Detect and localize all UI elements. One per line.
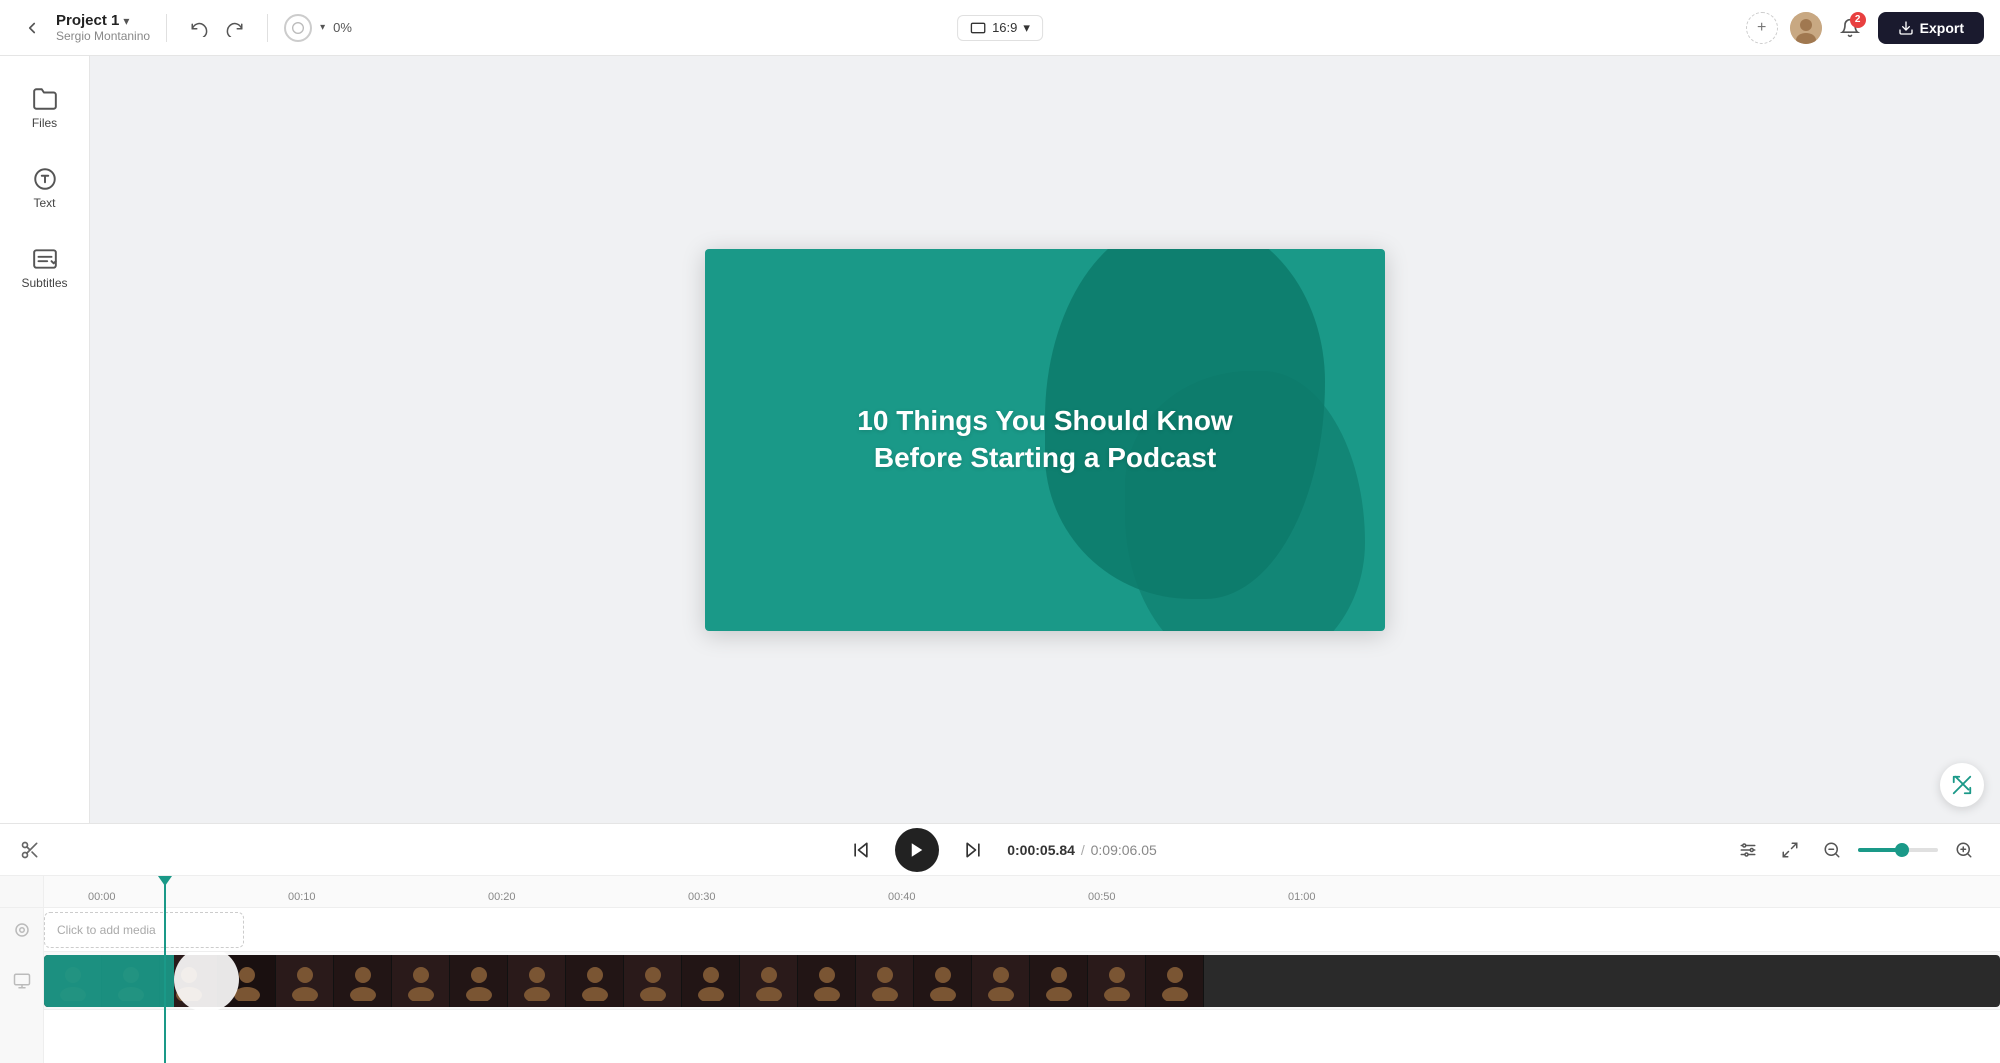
video-track-row bbox=[44, 952, 2000, 1010]
sidebar-item-subtitles[interactable]: Subtitles bbox=[9, 232, 81, 304]
aspect-ratio-chevron: ▾ bbox=[1023, 20, 1030, 36]
canvas-title-text: 10 Things You Should Know Before Startin… bbox=[835, 402, 1255, 478]
ruler-mark-1: 00:10 bbox=[288, 891, 316, 903]
undo-button[interactable] bbox=[183, 12, 215, 44]
add-media-track-content: Click to add media bbox=[44, 908, 2000, 952]
zoom-slider[interactable] bbox=[1858, 848, 1938, 852]
timeline-right-controls bbox=[1732, 834, 1980, 866]
add-media-label: Click to add media bbox=[57, 923, 156, 937]
rewind-button[interactable] bbox=[843, 832, 879, 868]
film-frame-8 bbox=[450, 955, 508, 1007]
video-track-content bbox=[44, 952, 2000, 1010]
video-filmstrip[interactable] bbox=[44, 955, 2000, 1007]
left-sidebar: Files Text Subtitles bbox=[0, 56, 90, 823]
timeline-area: 0:00:05.84 / 0:09:06.05 bbox=[0, 823, 2000, 1063]
add-user-button[interactable]: + bbox=[1746, 12, 1778, 44]
film-frame-5 bbox=[276, 955, 334, 1007]
main-area: Files Text Subtitles 10 Things Y bbox=[0, 56, 2000, 823]
time-display: 0:00:05.84 / 0:09:06.05 bbox=[1007, 842, 1157, 858]
film-frame-6 bbox=[334, 955, 392, 1007]
topbar: Project 1 ▾ Sergio Montanino ▾ bbox=[0, 0, 2000, 56]
timeline-scroll-area: 00:00 00:10 00:20 00:30 00:40 00:50 01:0… bbox=[44, 876, 2000, 1063]
playback-controls: 0:00:05.84 / 0:09:06.05 bbox=[0, 824, 2000, 876]
redo-button[interactable] bbox=[219, 12, 251, 44]
project-title-row[interactable]: Project 1 ▾ bbox=[56, 12, 150, 29]
white-circle-overlay bbox=[174, 955, 239, 1007]
time-separator: / bbox=[1081, 842, 1085, 858]
film-frame-17 bbox=[972, 955, 1030, 1007]
add-icon: + bbox=[1757, 19, 1766, 37]
film-frame-9 bbox=[508, 955, 566, 1007]
film-frame-15 bbox=[856, 955, 914, 1007]
project-info: Project 1 ▾ Sergio Montanino bbox=[56, 12, 150, 43]
canvas-preview: 10 Things You Should Know Before Startin… bbox=[705, 249, 1385, 631]
total-time: 0:09:06.05 bbox=[1091, 842, 1157, 858]
ruler-mark-6: 01:00 bbox=[1288, 891, 1316, 903]
timeline-settings-button[interactable] bbox=[1732, 834, 1764, 866]
canvas-area: 10 Things You Should Know Before Startin… bbox=[90, 56, 2000, 823]
notification-button[interactable]: 2 bbox=[1834, 12, 1866, 44]
zoom-slider-track[interactable] bbox=[1858, 848, 1938, 852]
timeline-ruler: 00:00 00:10 00:20 00:30 00:40 00:50 01:0… bbox=[44, 876, 2000, 908]
project-chevron-icon[interactable]: ▾ bbox=[123, 14, 129, 28]
add-media-track-row: Click to add media bbox=[44, 908, 2000, 952]
export-button[interactable]: Export bbox=[1878, 12, 1984, 44]
topbar-center: 16:9 ▾ bbox=[957, 15, 1043, 41]
film-frame-16 bbox=[914, 955, 972, 1007]
topbar-right: + 2 Export bbox=[1746, 12, 1984, 44]
topbar-divider bbox=[166, 14, 167, 42]
film-frame-14 bbox=[798, 955, 856, 1007]
record-button[interactable] bbox=[284, 14, 312, 42]
avatar[interactable] bbox=[1790, 12, 1822, 44]
film-frame-12 bbox=[682, 955, 740, 1007]
sidebar-subtitles-label: Subtitles bbox=[21, 276, 67, 290]
track-icons-column bbox=[0, 876, 44, 1063]
zoom-slider-thumb[interactable] bbox=[1895, 843, 1909, 857]
teal-clip-overlay bbox=[44, 955, 174, 1007]
film-frame-13 bbox=[740, 955, 798, 1007]
back-button[interactable] bbox=[16, 12, 48, 44]
project-subtitle: Sergio Montanino bbox=[56, 29, 150, 43]
sidebar-files-label: Files bbox=[32, 116, 57, 130]
zoom-in-button[interactable] bbox=[1948, 834, 1980, 866]
ruler-corner bbox=[0, 876, 43, 908]
film-frame-18 bbox=[1030, 955, 1088, 1007]
track-2-icon[interactable] bbox=[0, 952, 44, 1010]
ruler-mark-0: 00:00 bbox=[88, 891, 116, 903]
ruler-mark-2: 00:20 bbox=[488, 891, 516, 903]
sidebar-item-text[interactable]: Text bbox=[9, 152, 81, 224]
sidebar-item-files[interactable]: Files bbox=[9, 72, 81, 144]
ruler-mark-4: 00:40 bbox=[888, 891, 916, 903]
add-media-button[interactable]: Click to add media bbox=[44, 912, 244, 948]
film-frame-11 bbox=[624, 955, 682, 1007]
ruler-mark-5: 00:50 bbox=[1088, 891, 1116, 903]
aspect-ratio-label: 16:9 bbox=[992, 20, 1017, 35]
record-dropdown-button[interactable]: ▾ bbox=[320, 22, 325, 33]
cut-tool-button[interactable] bbox=[20, 840, 40, 860]
ruler-mark-3: 00:30 bbox=[688, 891, 716, 903]
magic-wand-button[interactable] bbox=[1940, 763, 1984, 807]
ruler-marks-container: 00:00 00:10 00:20 00:30 00:40 00:50 01:0… bbox=[88, 876, 2000, 907]
film-frame-10 bbox=[566, 955, 624, 1007]
timeline-fit-button[interactable] bbox=[1774, 834, 1806, 866]
project-title: Project 1 bbox=[56, 12, 119, 29]
play-button[interactable] bbox=[895, 828, 939, 872]
forward-button[interactable] bbox=[955, 832, 991, 868]
sidebar-text-label: Text bbox=[33, 196, 55, 210]
current-time: 0:00:05.84 bbox=[1007, 842, 1075, 858]
film-frame-20 bbox=[1146, 955, 1204, 1007]
zoom-label: 0% bbox=[333, 20, 352, 35]
film-frame-7 bbox=[392, 955, 450, 1007]
topbar-left: Project 1 ▾ Sergio Montanino ▾ bbox=[16, 12, 1734, 44]
zoom-out-button[interactable] bbox=[1816, 834, 1848, 866]
undo-redo-group bbox=[183, 12, 251, 44]
export-label: Export bbox=[1920, 20, 1964, 36]
film-frame-19 bbox=[1088, 955, 1146, 1007]
topbar-divider2 bbox=[267, 14, 268, 42]
notification-badge: 2 bbox=[1850, 12, 1866, 28]
aspect-ratio-button[interactable]: 16:9 ▾ bbox=[957, 15, 1043, 41]
track-1-icon[interactable] bbox=[0, 908, 44, 952]
